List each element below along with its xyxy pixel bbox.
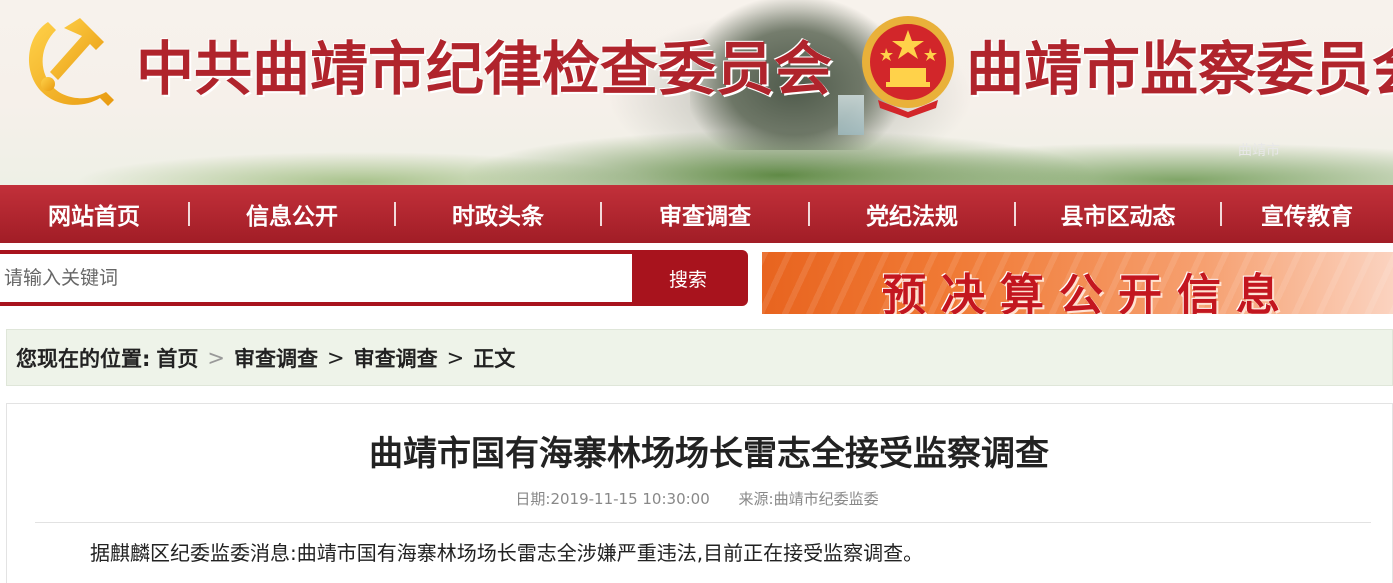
budget-banner-text: 预决算公开信息 <box>882 270 1295 314</box>
budget-disclosure-banner[interactable]: 预决算公开信息 <box>762 252 1393 314</box>
breadcrumb-separator: > <box>207 345 226 370</box>
article-date: 日期:2019-11-15 10:30:00 <box>515 490 710 508</box>
nav-item-regulations[interactable]: 党纪法规 <box>810 197 1014 231</box>
breadcrumb-investigation-sub-link[interactable]: 审查调查 <box>354 343 438 373</box>
search-button[interactable]: 搜索 <box>632 254 744 302</box>
article-panel: 曲靖市国有海寨林场场长雷志全接受监察调查 日期:2019-11-15 10:30… <box>6 403 1393 583</box>
article-title: 曲靖市国有海寨林场场长雷志全接受监察调查 <box>369 434 1049 474</box>
breadcrumb-separator: > <box>446 345 465 370</box>
article-meta: 日期:2019-11-15 10:30:00 来源:曲靖市纪委监委 <box>7 488 1387 509</box>
nav-item-home[interactable]: 网站首页 <box>0 197 188 231</box>
breadcrumb-investigation-link[interactable]: 审查调查 <box>234 343 318 373</box>
header-banner: 中共曲靖市纪律检查委员会 曲靖市监察委员会 曲靖市 <box>0 0 1393 185</box>
breadcrumb-separator: > <box>327 345 345 370</box>
search-bar: 搜索 <box>0 250 748 306</box>
nav-item-info-disclosure[interactable]: 信息公开 <box>190 197 394 231</box>
search-input[interactable] <box>0 254 632 302</box>
party-emblem-icon <box>29 18 114 106</box>
article-divider <box>35 522 1371 523</box>
article-source: 来源:曲靖市纪委监委 <box>738 490 879 508</box>
nav-item-investigation[interactable]: 审查调查 <box>602 197 808 231</box>
breadcrumb-current: 正文 <box>473 346 516 371</box>
nav-item-county-news[interactable]: 县市区动态 <box>1016 197 1220 231</box>
breadcrumb-prefix: 您现在的位置: <box>16 346 151 371</box>
nav-item-headlines[interactable]: 时政头条 <box>396 197 600 231</box>
nav-item-education[interactable]: 宣传教育 <box>1222 197 1392 231</box>
main-nav: 网站首页 信息公开 时政头条 审查调查 党纪法规 县市区动态 宣传教育 <box>0 185 1393 243</box>
breadcrumb-home-link[interactable]: 首页 <box>156 343 198 373</box>
cdi-title: 中共曲靖市纪律检查委员会 <box>136 35 833 103</box>
article-body: 据麒麟区纪委监委消息:曲靖市国有海寨林场场长雷志全涉嫌严重违法,目前正在接受监察… <box>90 541 924 565</box>
supervision-title: 曲靖市监察委员会 <box>966 35 1393 103</box>
banner-watermark: 曲靖市 <box>1238 143 1280 159</box>
breadcrumb: 您现在的位置: 首页 > 审查调查 > 审查调查 > 正文 <box>6 329 1393 386</box>
national-emblem-icon <box>862 16 954 118</box>
